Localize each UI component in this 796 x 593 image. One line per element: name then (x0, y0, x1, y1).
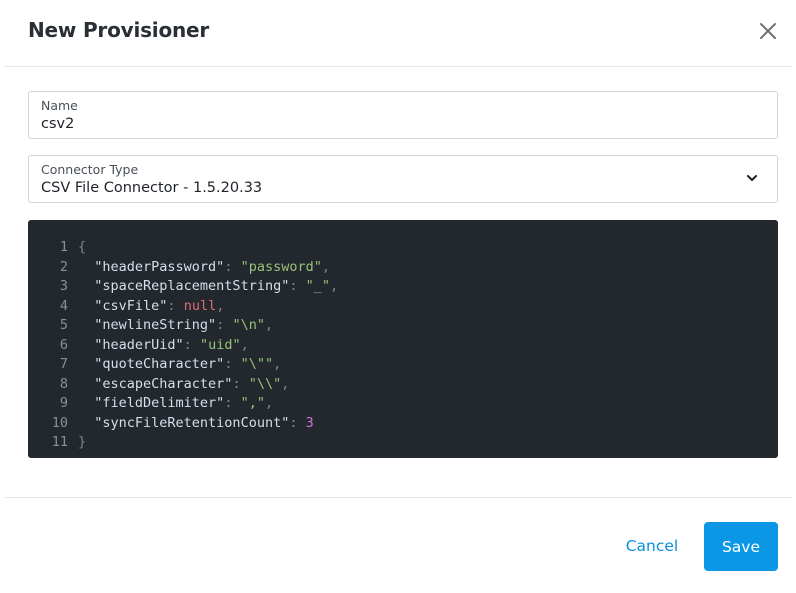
json-comma: , (216, 297, 225, 314)
header-divider (4, 66, 792, 67)
json-brace: } (78, 434, 87, 450)
code-line: 7 "quoteCharacter": "\"", (28, 355, 778, 374)
line-number: 10 (51, 414, 68, 431)
json-value: "\\" (248, 375, 282, 392)
json-value: "\"" (240, 356, 274, 372)
line-number: 2 (59, 258, 68, 275)
name-field[interactable]: Name (28, 91, 778, 139)
json-brace: { (78, 239, 87, 255)
line-number: 8 (59, 375, 68, 392)
code-line: 2 "headerPassword": "password", (28, 258, 778, 277)
json-comma: , (273, 356, 282, 372)
line-number: 11 (51, 434, 68, 450)
json-value: null (183, 297, 217, 314)
json-key: "headerUid" (94, 336, 184, 353)
json-key: "spaceReplacementString" (94, 278, 290, 294)
line-content: "fieldDelimiter": ",", (94, 395, 274, 411)
line-number: 1 (59, 239, 68, 255)
json-value: 3 (305, 414, 314, 431)
code-line: 8 "escapeCharacter": "\\", (28, 375, 778, 394)
json-value: "_" (305, 278, 330, 294)
code-line: 9 "fieldDelimiter": ",", (28, 394, 778, 413)
json-comma: , (240, 336, 249, 353)
line-number: 4 (59, 297, 68, 314)
line-content: "newlineString": "\n", (94, 317, 274, 333)
close-button[interactable] (756, 19, 780, 43)
cancel-button[interactable]: Cancel (620, 522, 684, 570)
connector-type-label: Connector Type (41, 162, 139, 177)
json-comma: , (330, 278, 339, 294)
code-line: 6 "headerUid": "uid", (28, 336, 778, 355)
line-content: "headerPassword": "password", (94, 258, 330, 275)
json-key: "quoteCharacter" (94, 356, 225, 372)
new-provisioner-dialog: New Provisioner Name Connector Type CSV … (0, 0, 796, 593)
json-key: "escapeCharacter" (94, 375, 233, 392)
line-content: { (78, 238, 86, 257)
json-comma: , (264, 395, 274, 411)
json-key: "fieldDelimiter" (94, 395, 225, 411)
code-line: 10 "syncFileRetentionCount": 3 (28, 414, 778, 433)
json-value: "\n" (232, 317, 265, 333)
line-content: "syncFileRetentionCount": 3 (94, 414, 314, 431)
line-number: 6 (59, 336, 68, 353)
json-key: "csvFile" (94, 297, 168, 314)
code-line: 11} (28, 433, 778, 452)
line-content: "headerUid": "uid", (94, 336, 249, 353)
line-content: "csvFile": null, (94, 297, 225, 314)
name-field-label: Name (41, 98, 78, 113)
close-icon (760, 23, 776, 39)
json-value: "uid" (199, 336, 241, 353)
line-content: "quoteCharacter": "\"", (94, 356, 282, 372)
json-key: "syncFileRetentionCount" (94, 414, 290, 431)
line-content: "escapeCharacter": "\\", (94, 375, 290, 392)
code-line: 4 "csvFile": null, (28, 297, 778, 316)
dialog-header: New Provisioner (0, 0, 796, 66)
dialog-title: New Provisioner (28, 18, 210, 42)
line-number: 7 (59, 356, 68, 372)
code-line: 5 "newlineString": "\n", (28, 316, 778, 335)
code-line: 3 "spaceReplacementString": "_", (28, 277, 778, 296)
json-config-editor[interactable]: 1{2 "headerPassword": "password", 3 "spac… (28, 220, 778, 458)
json-value: "," (240, 395, 265, 411)
save-button[interactable]: Save (704, 522, 778, 571)
json-value: "password" (240, 258, 322, 275)
connector-type-select[interactable]: Connector Type CSV File Connector - 1.5.… (28, 155, 778, 203)
json-key: "newlineString" (94, 317, 217, 333)
line-content: } (78, 433, 86, 452)
connector-type-value: CSV File Connector - 1.5.20.33 (41, 180, 263, 196)
line-number: 3 (59, 278, 68, 294)
line-number: 5 (59, 317, 68, 333)
name-input[interactable] (41, 116, 721, 132)
json-comma: , (264, 317, 274, 333)
chevron-down-icon (747, 175, 757, 181)
json-comma: , (321, 258, 330, 275)
line-content: "spaceReplacementString": "_", (94, 278, 339, 294)
line-number: 9 (59, 395, 68, 411)
code-line: 1{ (28, 238, 778, 257)
json-key: "headerPassword" (94, 258, 225, 275)
json-comma: , (281, 375, 290, 392)
footer-divider (4, 497, 792, 498)
